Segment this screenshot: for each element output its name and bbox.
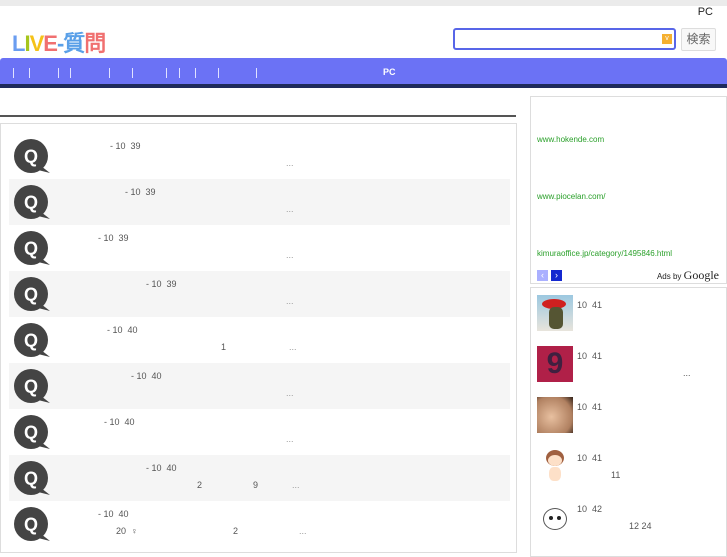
ad-next-button[interactable]: ›	[551, 270, 562, 281]
avatar	[537, 499, 573, 535]
recent-excerpt: 11	[611, 470, 621, 480]
question-row[interactable]: - 10 39...	[9, 225, 510, 271]
question-icon	[13, 230, 51, 266]
chevron-down-icon[interactable]: v	[662, 34, 672, 44]
question-icon	[13, 138, 51, 174]
ad-link[interactable]: www.piocelan.com/	[537, 192, 605, 201]
question-excerpt: 20 ♀	[116, 526, 138, 536]
ad-link[interactable]: kimuraoffice.jp/category/1495846.html	[537, 249, 672, 258]
question-excerpt: 1	[221, 342, 227, 352]
question-meta: - 10 39	[110, 141, 141, 151]
ad-prev-button[interactable]: ‹	[537, 270, 548, 281]
nav-separator	[109, 68, 110, 78]
pc-link[interactable]: PC	[698, 6, 713, 18]
question-meta: - 10 40	[107, 325, 138, 335]
nav-separator	[256, 68, 257, 78]
question-row[interactable]: - 10 40 20 ♀ 2...	[9, 501, 510, 547]
question-meta: - 10 40	[131, 371, 162, 381]
nav-item-pc[interactable]: PC	[383, 67, 396, 77]
question-excerpt: ...	[299, 526, 307, 536]
recent-excerpt: ...	[683, 368, 691, 378]
nav-separator	[132, 68, 133, 78]
recent-meta: 10 41	[577, 402, 603, 412]
question-icon	[13, 276, 51, 312]
recent-item[interactable]: 10 41	[537, 295, 722, 345]
nav-separator	[70, 68, 71, 78]
main-nav: PC	[0, 58, 727, 85]
recent-item[interactable]: 10 41 11	[537, 448, 722, 498]
question-excerpt: ...	[286, 434, 294, 444]
recent-meta: 10 41	[577, 300, 603, 310]
avatar: 9	[537, 346, 573, 382]
question-icon	[13, 322, 51, 358]
question-excerpt: ...	[286, 158, 294, 168]
ads-by-google[interactable]: Ads by Google	[657, 268, 719, 283]
nav-separator	[29, 68, 30, 78]
question-row[interactable]: - 10 40 1...	[9, 317, 510, 363]
recent-meta: 10 41	[577, 453, 603, 463]
question-excerpt: ...	[292, 480, 300, 490]
nav-separator	[13, 68, 14, 78]
question-meta: - 10 39	[125, 187, 156, 197]
nav-underline	[0, 84, 727, 88]
question-excerpt: ...	[286, 296, 294, 306]
recent-answers: 10 41 9 10 41... 10 41 10 41 11 10 42 12 24	[530, 287, 727, 557]
question-meta: - 10 40	[104, 417, 135, 427]
question-row[interactable]: - 10 40...	[9, 409, 510, 455]
top-bar	[0, 0, 727, 6]
section-divider	[0, 115, 516, 117]
question-list: Q - 10 39... - 10 39... - 10 39... - 10 …	[0, 123, 517, 553]
question-excerpt: ...	[289, 342, 297, 352]
recent-meta: 10 42	[577, 504, 603, 514]
nav-separator	[218, 68, 219, 78]
question-meta: - 10 39	[146, 279, 177, 289]
question-icon	[13, 414, 51, 450]
question-excerpt: 2	[197, 480, 203, 490]
recent-meta: 10 41	[577, 351, 603, 361]
ads-by-label: Ads by	[656, 272, 682, 281]
question-meta: - 10 39	[98, 233, 129, 243]
avatar	[537, 295, 573, 331]
nav-separator	[179, 68, 180, 78]
question-excerpt: ...	[286, 204, 294, 214]
nav-separator	[195, 68, 196, 78]
question-row[interactable]: - 10 40 2 9...	[9, 455, 510, 501]
question-meta: - 10 40	[146, 463, 177, 473]
question-excerpt: 9	[253, 480, 259, 490]
question-excerpt: 2	[233, 526, 239, 536]
ad-panel: www.hokende.com www.piocelan.com/ kimura…	[530, 96, 727, 284]
recent-excerpt: 12 24	[629, 521, 652, 531]
question-excerpt: ...	[286, 388, 294, 398]
question-meta: - 10 40	[98, 509, 129, 519]
question-icon	[13, 506, 51, 542]
avatar	[537, 448, 573, 484]
question-excerpt: ...	[286, 250, 294, 260]
question-icon	[13, 184, 51, 220]
nav-separator	[58, 68, 59, 78]
question-row[interactable]: - 10 39...	[9, 271, 510, 317]
recent-item[interactable]: 10 42 12 24	[537, 499, 722, 549]
avatar	[537, 397, 573, 433]
question-icon	[13, 460, 51, 496]
question-row[interactable]: - 10 39...	[9, 133, 510, 179]
question-icon	[13, 368, 51, 404]
search-button[interactable]: 検索	[681, 28, 716, 51]
ad-link[interactable]: www.hokende.com	[537, 135, 604, 144]
recent-item[interactable]: 10 41	[537, 397, 722, 447]
question-row[interactable]: - 10 39...	[9, 179, 510, 225]
recent-item[interactable]: 9 10 41...	[537, 346, 722, 396]
question-row[interactable]: - 10 40...	[9, 363, 510, 409]
site-logo[interactable]: LIVE-質問	[12, 26, 106, 58]
google-logo: Google	[683, 268, 719, 282]
search-input[interactable]: v	[453, 28, 676, 50]
nav-separator	[166, 68, 167, 78]
